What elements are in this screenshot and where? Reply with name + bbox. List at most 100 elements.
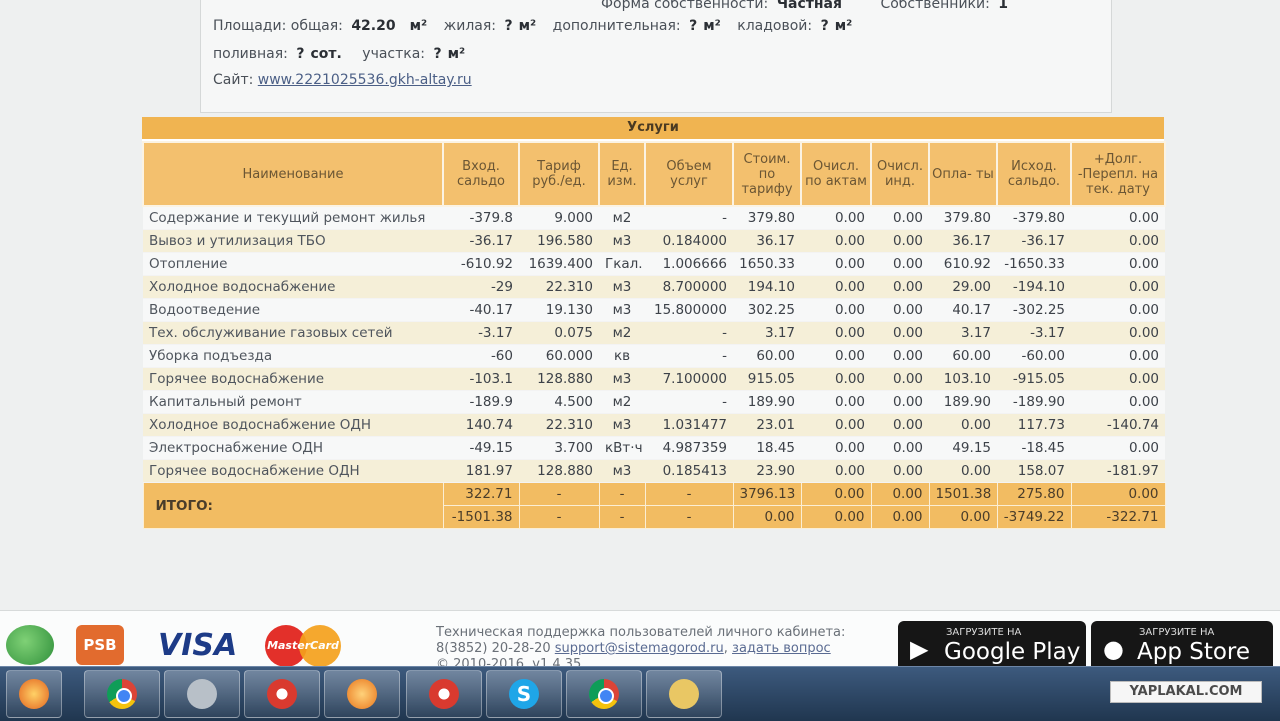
table-cell: 181.97: [443, 459, 519, 483]
folder-icon: [669, 679, 699, 709]
column-header: Очисл. по актам: [800, 141, 872, 207]
table-cell: 0.00: [929, 459, 997, 483]
table-cell: 0.00: [801, 252, 871, 276]
table-cell: -3.17: [997, 321, 1071, 345]
total-cell: 0.00: [1070, 482, 1166, 506]
table-cell: 3.17: [929, 321, 997, 345]
google-play-icon: ▶: [910, 635, 929, 663]
table-cell: -36.17: [997, 229, 1071, 253]
table-cell: 0.00: [1071, 367, 1165, 391]
table-cell: 196.580: [519, 229, 599, 253]
table-cell: -181.97: [1071, 459, 1165, 483]
table-cell: 0.00: [1071, 390, 1165, 414]
taskbar-app-red-2[interactable]: [406, 670, 482, 718]
total-cell: 0.00: [928, 505, 998, 529]
taskbar-app-red-1[interactable]: [244, 670, 320, 718]
service-name-cell: Электроснабжение ОДН: [143, 436, 443, 460]
table-cell: 7.100000: [645, 367, 733, 391]
table-cell: 0.00: [1071, 275, 1165, 299]
table-cell: 9.000: [519, 206, 599, 230]
site-link[interactable]: www.2221025536.gkh-altay.ru: [258, 72, 472, 88]
table-cell: 0.00: [871, 275, 929, 299]
ask-question-link[interactable]: задать вопрос: [732, 641, 831, 656]
irrigated-unit: сот.: [310, 46, 342, 62]
service-name-cell: Холодное водоснабжение: [143, 275, 443, 299]
table-cell: 0.00: [871, 298, 929, 322]
app-store-small-text: ЗАГРУЗИТЕ НА: [1139, 627, 1215, 638]
table-row: Уборка подъезда -60 60.000 кв -60.00 0.00 0.00…: [143, 344, 1165, 368]
taskbar-chrome-1[interactable]: [84, 670, 160, 718]
table-cell: 0.00: [871, 206, 929, 230]
service-name-cell: Вывоз и утилизация ТБО: [143, 229, 443, 253]
app-store-text: App Store: [1137, 639, 1251, 665]
irrigated-value: ?: [296, 46, 305, 62]
taskbar-printer[interactable]: [164, 670, 240, 718]
table-cell: 0.185413: [645, 459, 733, 483]
plot-label: участка:: [362, 46, 426, 62]
irrigated-label: поливная:: [213, 46, 288, 62]
column-header: Опла- ты: [928, 141, 998, 207]
start-icon: [19, 679, 49, 709]
table-cell: м2: [599, 206, 645, 230]
table-cell: 0.00: [801, 436, 871, 460]
table-cell: 1.031477: [645, 413, 733, 437]
table-cell: -1650.33: [997, 252, 1071, 276]
site-row: Сайт: www.2221025536.gkh-altay.ru: [213, 72, 472, 88]
table-cell: -40.17: [443, 298, 519, 322]
table-cell: м3: [599, 229, 645, 253]
total-cell: 322.71: [442, 482, 520, 506]
table-cell: 0.00: [871, 367, 929, 391]
table-cell: Гкал.: [599, 252, 645, 276]
service-name-cell: Горячее водоснабжение: [143, 367, 443, 391]
table-cell: 0.00: [871, 413, 929, 437]
table-cell: кВт·ч: [599, 436, 645, 460]
area-total-label: Площади: общая:: [213, 18, 343, 34]
ownership-row: Форма собственности: Частная Собственник…: [601, 0, 1022, 12]
service-name-cell: Холодное водоснабжение ОДН: [143, 413, 443, 437]
plot-unit: м²: [447, 46, 466, 62]
table-cell: 0.00: [871, 344, 929, 368]
table-cell: 0.00: [1071, 436, 1165, 460]
extra-value: ?: [689, 18, 698, 34]
taskbar-folder[interactable]: [646, 670, 722, 718]
table-cell: 0.00: [801, 298, 871, 322]
table-cell: -60: [443, 344, 519, 368]
app-orange-icon: [347, 679, 377, 709]
taskbar-app-orange[interactable]: [324, 670, 400, 718]
total-cell: -322.71: [1070, 505, 1166, 529]
sberbank-logo: [6, 625, 54, 665]
table-row: Холодное водоснабжение ОДН 140.74 22.310 м3…: [143, 413, 1165, 437]
table-cell: м2: [599, 390, 645, 414]
service-name-cell: Горячее водоснабжение ОДН: [143, 459, 443, 483]
table-row: Холодное водоснабжение -29 22.310 м3 8.70000…: [143, 275, 1165, 299]
ownership-label: Форма собственности:: [601, 0, 769, 12]
table-cell: 15.800000: [645, 298, 733, 322]
taskbar-chrome-2[interactable]: [566, 670, 642, 718]
total-cell: -1501.38: [442, 505, 520, 529]
total-cell: 0.00: [732, 505, 802, 529]
support-email-link[interactable]: support@sistemagorod.ru: [555, 641, 724, 656]
table-cell: 189.90: [929, 390, 997, 414]
table-cell: 60.00: [733, 344, 801, 368]
table-cell: 22.310: [519, 275, 599, 299]
table-row: Электроснабжение ОДН -49.15 3.700 кВт·ч 4.98…: [143, 436, 1165, 460]
table-cell: 0.00: [1071, 229, 1165, 253]
total-cell: -: [644, 482, 734, 506]
taskbar-skype[interactable]: S: [486, 670, 562, 718]
table-cell: м3: [599, 459, 645, 483]
column-header: Исход. сальдо.: [996, 141, 1072, 207]
start-button[interactable]: [6, 670, 62, 718]
service-name-cell: Тех. обслуживание газовых сетей: [143, 321, 443, 345]
table-cell: -60.00: [997, 344, 1071, 368]
total-cell: -: [518, 505, 600, 529]
table-row: Горячее водоснабжение -103.1 128.880 м3 7.10…: [143, 367, 1165, 391]
table-cell: м3: [599, 275, 645, 299]
table-cell: 0.00: [801, 390, 871, 414]
table-cell: 0.00: [1071, 321, 1165, 345]
total-cell: -3749.22: [996, 505, 1072, 529]
extra-unit: м²: [703, 18, 721, 34]
service-name-cell: Содержание и текущий ремонт жилья: [143, 206, 443, 230]
table-header-row: Наименование Вход. сальдо Тариф руб./ед. Ед…: [142, 141, 1166, 207]
plot-row: поливная: ? сот. участка: ? м²: [213, 46, 465, 62]
total-cell: -: [598, 482, 646, 506]
